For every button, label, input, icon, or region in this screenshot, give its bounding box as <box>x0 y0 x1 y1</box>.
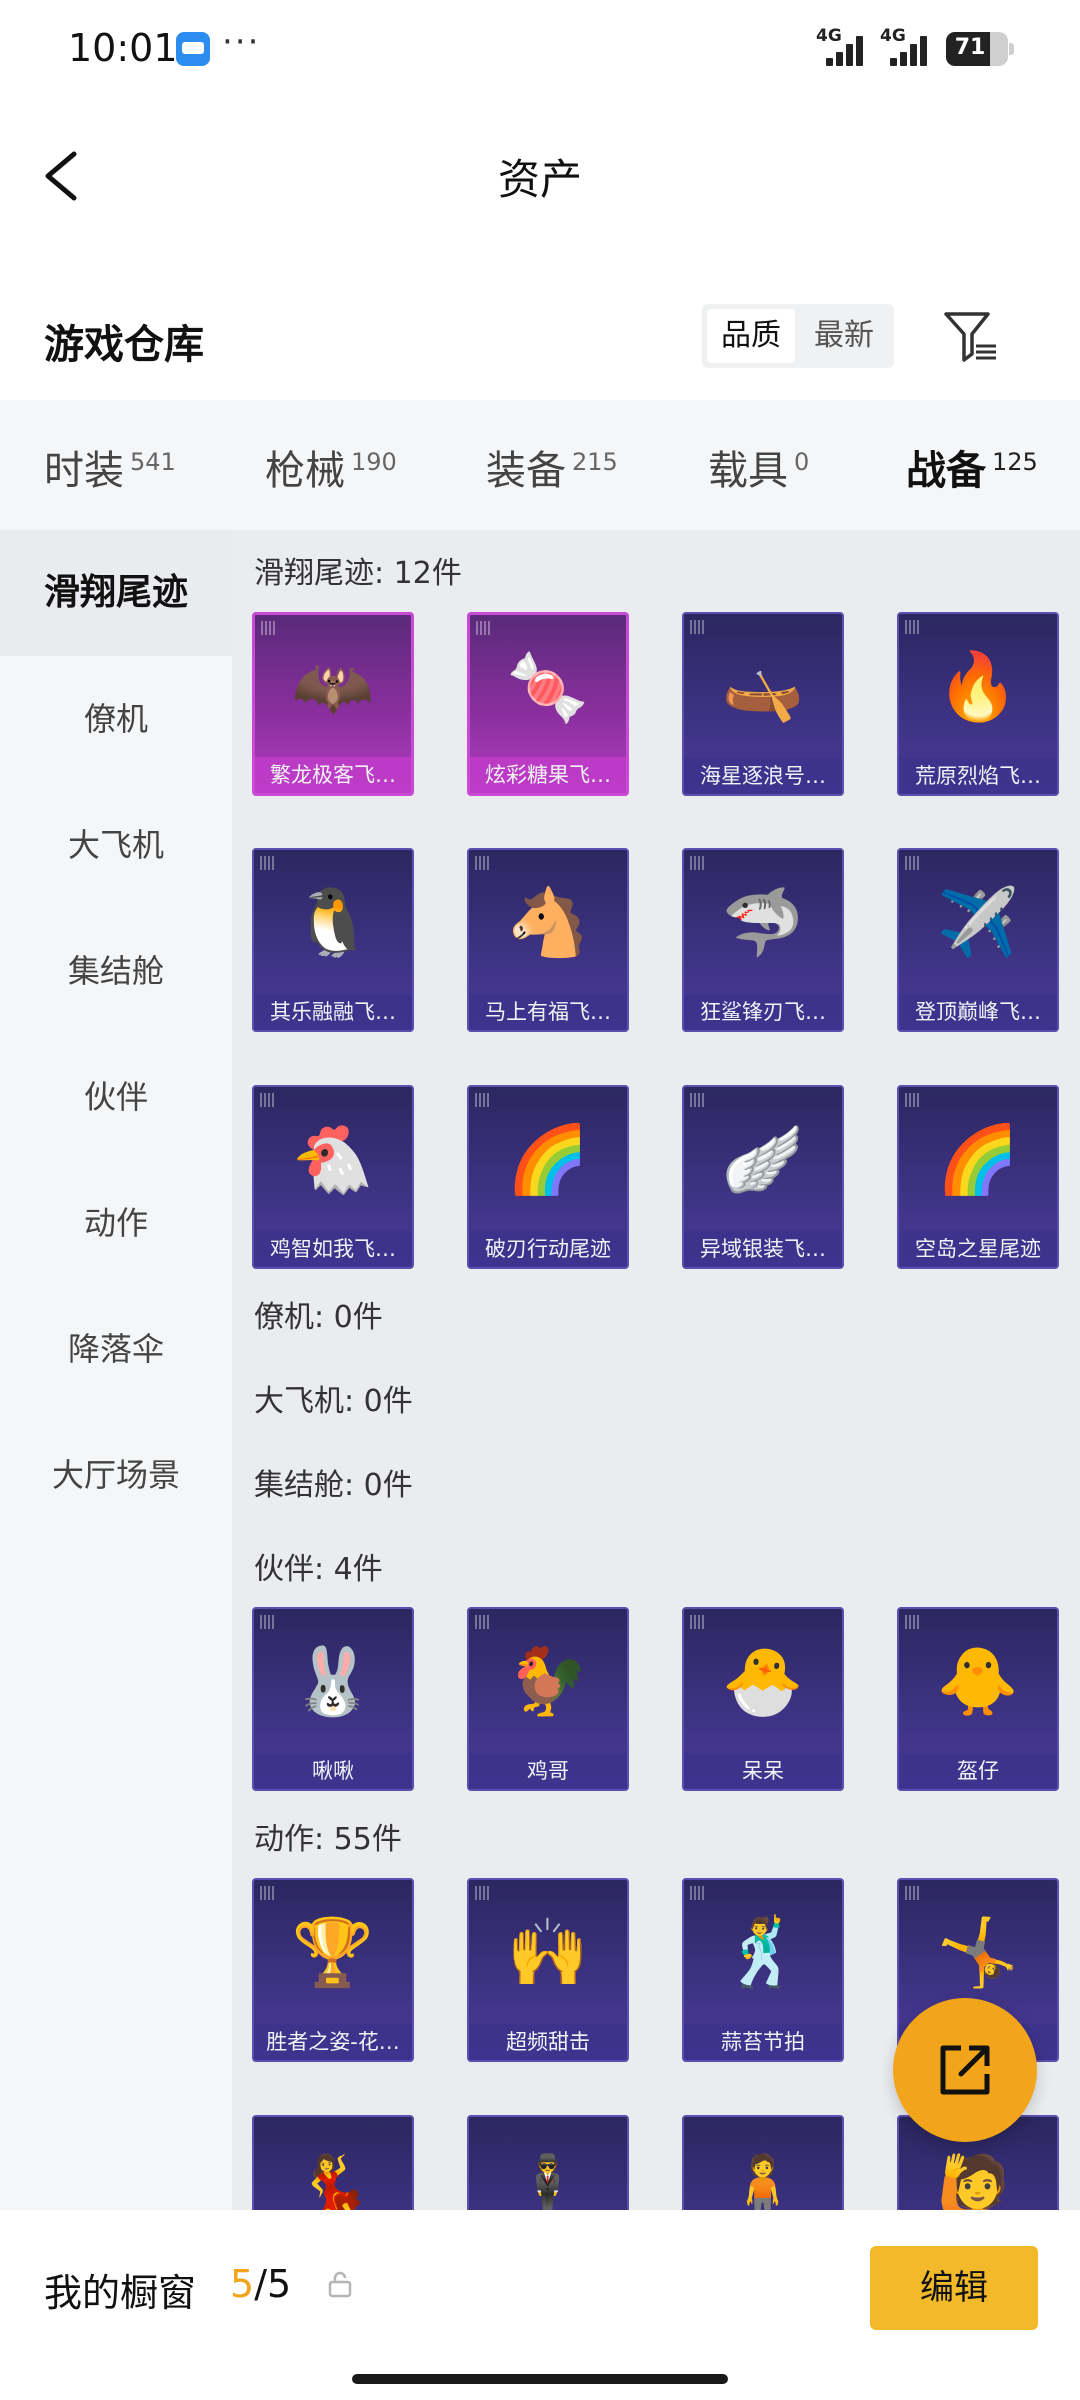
section-title-partner: 伙伴: 4件 <box>254 1552 383 1587</box>
warehouse-header: 游戏仓库 品质 最新 <box>0 290 1080 400</box>
item-card[interactable]: 🕴 <box>467 2115 629 2210</box>
section-title-glide: 滑翔尾迹: 12件 <box>254 556 462 591</box>
item-card[interactable]: 🐔 鸡智如我飞… <box>252 1085 414 1269</box>
tab-vehicles[interactable]: 载具 0 <box>708 438 809 496</box>
glider-icon: 🦇 <box>291 649 375 726</box>
nav-bar: 资产 <box>0 100 1080 250</box>
trail-icon: 🌈 <box>506 1121 590 1198</box>
item-card[interactable]: 🐴 马上有福飞… <box>467 848 629 1032</box>
side-item-parachute[interactable]: 降落伞 <box>0 1286 232 1412</box>
glider-icon: ✈️ <box>936 884 1020 961</box>
filter-icon[interactable] <box>942 308 1000 366</box>
showcase-label: 我的橱窗 <box>44 2271 197 2315</box>
item-card[interactable]: 🦈 狂鲨锋刃飞… <box>682 848 844 1032</box>
showcase-bar: 我的橱窗 5/5 编辑 <box>0 2210 1080 2400</box>
partner-icon: 🐰 <box>291 1643 375 1720</box>
side-menu: 滑翔尾迹 僚机 大飞机 集结舱 伙伴 动作 降落伞 大厅场景 <box>0 530 232 2210</box>
warehouse-title: 游戏仓库 <box>44 322 204 368</box>
tab-fashion[interactable]: 时装 541 <box>44 438 176 496</box>
emote-icon: 🏆 <box>291 1914 375 1991</box>
share-icon <box>940 2045 990 2095</box>
emote-icon: 🕺 <box>721 1914 805 1991</box>
partner-icon: 🐓 <box>506 1643 590 1720</box>
emote-icon: 🙌 <box>506 1914 590 1991</box>
side-item-big-plane[interactable]: 大飞机 <box>0 782 232 908</box>
share-button[interactable] <box>893 1998 1037 2142</box>
glider-icon: 🍬 <box>506 649 590 726</box>
item-card[interactable]: 🔥 荒原烈焰飞… <box>897 612 1059 796</box>
signal-icon-2: 4G <box>880 26 934 66</box>
side-item-partner[interactable]: 伙伴 <box>0 1034 232 1160</box>
side-item-emote[interactable]: 动作 <box>0 1160 232 1286</box>
page-title: 资产 <box>497 155 582 204</box>
item-card[interactable]: 🌈 破刃行动尾迹 <box>467 1085 629 1269</box>
glider-icon: 🐔 <box>291 1121 375 1198</box>
partner-icon: 🐥 <box>936 1643 1020 1720</box>
item-card[interactable]: 💃 <box>252 2115 414 2210</box>
lock-icon[interactable] <box>326 2270 354 2298</box>
section-title-pod: 集结舱: 0件 <box>254 1468 413 1503</box>
glider-icon: 🐧 <box>291 884 375 961</box>
status-bar: 10:01 ··· 4G 4G 71 <box>0 0 1080 100</box>
item-card[interactable]: 🏆 胜者之姿-花… <box>252 1878 414 2062</box>
more-notifications-icon: ··· <box>222 22 261 62</box>
status-time: 10:01 <box>68 26 178 70</box>
item-card[interactable]: 🐧 其乐融融飞… <box>252 848 414 1032</box>
item-card[interactable]: 🍬 炫彩糖果飞… <box>467 612 629 796</box>
wallet-app-icon <box>176 32 210 66</box>
item-card[interactable]: 🐣 呆呆 <box>682 1607 844 1791</box>
side-item-wingman[interactable]: 僚机 <box>0 656 232 782</box>
home-indicator[interactable] <box>352 2374 728 2384</box>
tab-equipment[interactable]: 装备 215 <box>486 438 618 496</box>
section-title-plane: 大飞机: 0件 <box>254 1384 413 1419</box>
sort-toggle: 品质 最新 <box>702 304 894 368</box>
item-card[interactable]: 🌈 空岛之星尾迹 <box>897 1085 1059 1269</box>
side-item-assembly-pod[interactable]: 集结舱 <box>0 908 232 1034</box>
item-card[interactable]: ✈️ 登顶巅峰飞… <box>897 848 1059 1032</box>
partner-icon: 🐣 <box>721 1643 805 1720</box>
item-card[interactable]: 🕺 蒜苔节拍 <box>682 1878 844 2062</box>
emote-icon: 💃 <box>291 2151 375 2210</box>
battery-icon: 71 <box>946 32 1014 66</box>
side-item-lobby-scene[interactable]: 大厅场景 <box>0 1412 232 1538</box>
trail-icon: 🌈 <box>936 1121 1020 1198</box>
sort-newest-button[interactable]: 最新 <box>800 309 888 363</box>
item-card[interactable]: 🐥 盔仔 <box>897 1607 1059 1791</box>
item-card[interactable]: 🐓 鸡哥 <box>467 1607 629 1791</box>
category-tabs: 时装 541 枪械 190 装备 215 载具 0 战备 125 <box>0 400 1080 541</box>
tab-readiness[interactable]: 战备 125 <box>906 438 1038 541</box>
sort-quality-button[interactable]: 品质 <box>707 309 795 363</box>
item-card[interactable]: 🦇 繁龙极客飞… <box>252 612 414 796</box>
glider-icon: 🔥 <box>936 648 1020 725</box>
emote-icon: 🕴 <box>506 2151 590 2210</box>
signal-icon-1: 4G <box>816 26 870 66</box>
section-title-wingman: 僚机: 0件 <box>254 1300 383 1335</box>
item-card[interactable]: 🪽 异域银装飞… <box>682 1085 844 1269</box>
section-title-emote: 动作: 55件 <box>254 1822 402 1857</box>
item-content: 滑翔尾迹: 12件 🦇 繁龙极客飞… 🍬 炫彩糖果飞… 🛶 海星逐浪号… 🔥 荒… <box>232 530 1080 2210</box>
glider-icon: 🛶 <box>721 648 805 725</box>
glider-icon: 🪽 <box>721 1121 805 1198</box>
tab-guns[interactable]: 枪械 190 <box>265 438 397 496</box>
edit-button[interactable]: 编辑 <box>870 2246 1038 2330</box>
item-card[interactable]: 🧍 <box>682 2115 844 2210</box>
emote-icon: 🧍 <box>721 2151 805 2210</box>
glider-icon: 🐴 <box>506 884 590 961</box>
glider-icon: 🦈 <box>721 884 805 961</box>
item-card[interactable]: 🛶 海星逐浪号… <box>682 612 844 796</box>
item-card[interactable]: 🐰 啾啾 <box>252 1607 414 1791</box>
showcase-count: 5/5 <box>230 2262 292 2306</box>
side-item-glide-trail[interactable]: 滑翔尾迹 <box>0 530 232 656</box>
item-card[interactable]: 🙌 超频甜击 <box>467 1878 629 2062</box>
